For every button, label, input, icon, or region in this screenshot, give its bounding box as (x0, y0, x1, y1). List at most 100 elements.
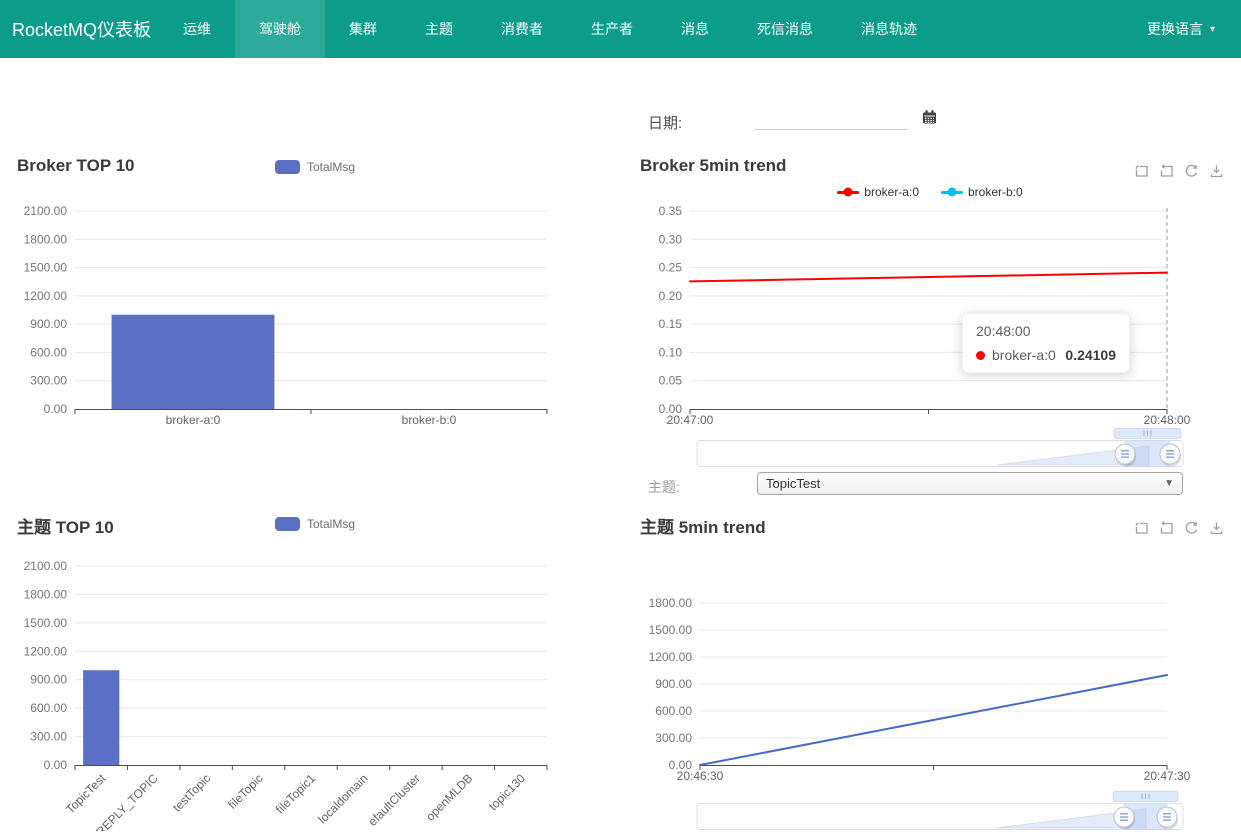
tooltip-time: 20:48:00 (976, 323, 1116, 339)
svg-text:20:48:00: 20:48:00 (1144, 413, 1191, 427)
broker-top10-title: Broker TOP 10 (17, 156, 135, 176)
svg-text:0.05: 0.05 (659, 374, 683, 388)
topic-trend-datazoom-slider[interactable] (694, 790, 1186, 834)
svg-text:1200.00: 1200.00 (24, 289, 68, 303)
broker-trend-datazoom-slider[interactable] (694, 427, 1186, 471)
topic-trend-title: 主题 5min trend (640, 513, 766, 538)
tab-cluster[interactable]: 集群 (325, 0, 401, 58)
svg-text:0.10: 0.10 (659, 345, 683, 359)
svg-text:1800.00: 1800.00 (24, 232, 68, 246)
nav-tabs: 运维 驾驶舱 集群 主题 消费者 生产者 消息 死信消息 消息轨迹 (159, 0, 941, 58)
chart-tooltip: 20:48:00 broker-a:0 0.24109 (962, 313, 1130, 373)
tooltip-value: 0.24109 (1065, 347, 1116, 363)
broker-trend-line-chart[interactable]: 0.000.050.100.150.200.250.300.3520:47:00… (640, 198, 1241, 433)
svg-text:1800.00: 1800.00 (649, 596, 693, 610)
svg-text:300.00: 300.00 (655, 731, 692, 745)
svg-text:2100.00: 2100.00 (24, 204, 68, 218)
svg-text:testTopic: testTopic (170, 771, 213, 814)
topic-select-value: TopicTest (766, 476, 820, 491)
svg-text:1200.00: 1200.00 (24, 644, 68, 658)
download-icon[interactable] (1208, 520, 1225, 537)
svg-text:600.00: 600.00 (30, 701, 67, 715)
svg-text:900.00: 900.00 (655, 677, 692, 691)
legend-label: broker-b:0 (968, 185, 1023, 199)
topic-top10-legend[interactable]: TotalMsg (275, 517, 355, 531)
tooltip-series-dot (976, 351, 985, 360)
topic-select[interactable]: TopicTest ▼ (757, 472, 1183, 495)
calendar-icon[interactable] (921, 109, 938, 126)
tab-message[interactable]: 消息 (657, 0, 733, 58)
tab-message-trace[interactable]: 消息轨迹 (837, 0, 941, 58)
svg-text:1800.00: 1800.00 (24, 587, 68, 601)
svg-text:900.00: 900.00 (30, 673, 67, 687)
broker-trend-legend: broker-a:0 broker-b:0 (760, 185, 1100, 199)
date-label: 日期: (648, 112, 682, 133)
topic-trend-line-chart[interactable]: 0.00300.00600.00900.001200.001500.001800… (640, 558, 1241, 793)
svg-text:300.00: 300.00 (30, 730, 67, 744)
legend-item-broker-a[interactable]: broker-a:0 (837, 185, 919, 199)
svg-text:localdomain: localdomain (315, 771, 370, 826)
broker-trend-title: Broker 5min trend (640, 156, 786, 176)
refresh-icon[interactable] (1183, 163, 1200, 180)
svg-text:broker-a:0: broker-a:0 (166, 413, 221, 427)
chevron-down-icon: ▼ (1164, 478, 1174, 489)
legend-line-mark (837, 191, 859, 194)
tab-consumer[interactable]: 消费者 (477, 0, 567, 58)
svg-text:20:47:30: 20:47:30 (1144, 769, 1191, 783)
svg-text:topic130: topic130 (486, 771, 528, 813)
zoom-select-icon[interactable] (1133, 163, 1150, 180)
svg-text:0.00: 0.00 (44, 758, 68, 772)
svg-text:2100.00: 2100.00 (24, 559, 68, 573)
svg-text:0.35: 0.35 (659, 204, 683, 218)
topic-top10-bar-chart[interactable]: 0.00 300.00 600.00 900.00 1200.00 1500.00 1800… (0, 548, 560, 831)
svg-text:1200.00: 1200.00 (649, 650, 693, 664)
topic-label: 主题: (648, 477, 680, 497)
broker-trend-toolbar (1133, 163, 1225, 180)
topic-trend-toolbar (1133, 520, 1225, 537)
svg-text:1500.00: 1500.00 (24, 616, 68, 630)
rocketmq-dashboard: { "colors": { "navbar_bg": "#0C9C8A", "b… (0, 0, 1241, 831)
legend-label: broker-a:0 (864, 185, 919, 199)
svg-text:fileTopic: fileTopic (225, 771, 266, 812)
svg-text:1500.00: 1500.00 (649, 623, 693, 637)
svg-text:600.00: 600.00 (655, 704, 692, 718)
topic-top10-title: 主题 TOP 10 (17, 513, 114, 538)
refresh-icon[interactable] (1183, 520, 1200, 537)
tooltip-series-name: broker-a:0 (992, 347, 1056, 363)
legend-line-mark (941, 191, 963, 194)
legend-swatch (275, 160, 300, 174)
svg-text:openMLDB: openMLDB (423, 771, 475, 823)
download-icon[interactable] (1208, 163, 1225, 180)
svg-text:fileTopic1: fileTopic1 (273, 771, 319, 817)
legend-dot (948, 188, 957, 197)
date-input[interactable] (755, 106, 907, 130)
legend-swatch (275, 517, 300, 531)
tab-dlq-message[interactable]: 死信消息 (733, 0, 837, 58)
zoom-reset-icon[interactable] (1158, 520, 1175, 537)
svg-text:0.00: 0.00 (44, 402, 68, 416)
svg-text:TopicTest: TopicTest (63, 771, 109, 817)
zoom-reset-icon[interactable] (1158, 163, 1175, 180)
tab-ops[interactable]: 运维 (159, 0, 235, 58)
broker-top10-bar-chart[interactable]: 0.00300.00600.00900.001200.001500.001800… (0, 193, 560, 443)
tab-producer[interactable]: 生产者 (567, 0, 657, 58)
svg-text:20:47:00: 20:47:00 (667, 413, 714, 427)
zoom-select-icon[interactable] (1133, 520, 1150, 537)
svg-text:20:46:30: 20:46:30 (677, 769, 724, 783)
broker-top10-legend[interactable]: TotalMsg (275, 160, 355, 174)
svg-text:efaultCluster: efaultCluster (365, 771, 423, 829)
chevron-down-icon: ▾ (1210, 24, 1215, 35)
app-title: RocketMQ仪表板 (12, 16, 151, 42)
legend-label: TotalMsg (307, 160, 355, 174)
legend-label: TotalMsg (307, 517, 355, 531)
svg-text:broker-b:0: broker-b:0 (402, 413, 457, 427)
tab-dashboard[interactable]: 驾驶舱 (235, 0, 325, 58)
legend-dot (844, 188, 853, 197)
svg-text:900.00: 900.00 (30, 317, 67, 331)
svg-text:0.20: 0.20 (659, 289, 683, 303)
tab-topic[interactable]: 主题 (401, 0, 477, 58)
legend-item-broker-b[interactable]: broker-b:0 (941, 185, 1023, 199)
svg-text:0.30: 0.30 (659, 232, 683, 246)
language-switcher[interactable]: 更换语言 ▾ (1147, 0, 1215, 58)
top-navbar: RocketMQ仪表板 运维 驾驶舱 集群 主题 消费者 生产者 消息 死信消息… (0, 0, 1241, 58)
